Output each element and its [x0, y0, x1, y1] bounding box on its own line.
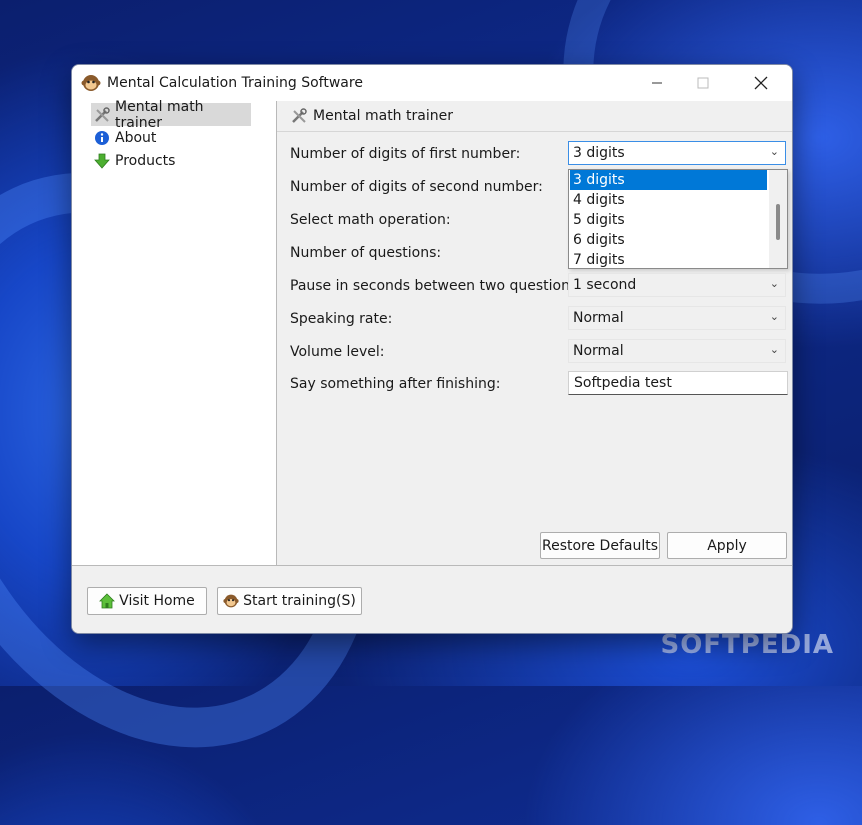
sidebar-item-products[interactable]: Products [91, 149, 251, 172]
minimize-icon [652, 82, 662, 84]
tools-icon [95, 106, 110, 122]
dropdown-option[interactable]: 6 digits [570, 230, 767, 250]
apply-button[interactable]: Apply [667, 532, 787, 559]
maximize-button[interactable] [680, 65, 726, 101]
sidebar-item-label: Mental math trainer [115, 98, 204, 131]
finish-message-label: Say something after finishing: [290, 376, 501, 392]
title-bar[interactable]: Mental Calculation Training Software [72, 65, 792, 101]
start-training-label: Start training(S) [243, 593, 356, 609]
monkey-icon [223, 594, 239, 608]
chevron-down-icon: ⌄ [769, 277, 779, 290]
select-value: Normal [573, 343, 624, 359]
tools-icon [292, 108, 307, 123]
volume-level-select[interactable]: Normal ⌄ [568, 339, 786, 363]
select-value: Normal [573, 310, 624, 326]
select-value: 1 second [573, 277, 637, 293]
close-icon [754, 76, 768, 90]
visit-home-label: Visit Home [119, 593, 195, 609]
minimize-button[interactable] [634, 65, 680, 101]
chevron-down-icon: ⌄ [769, 343, 779, 356]
chevron-down-icon: ⌄ [769, 145, 779, 158]
scrollbar-thumb[interactable] [776, 204, 780, 240]
input-value: Softpedia test [574, 375, 672, 391]
speaking-rate-label: Speaking rate: [290, 311, 393, 327]
info-icon [95, 130, 109, 145]
digits-dropdown-list[interactable]: 3 digits 4 digits 5 digits 6 digits 7 di… [568, 169, 788, 269]
app-window: Mental Calculation Training Software Men… [71, 64, 793, 634]
download-arrow-icon [94, 153, 110, 169]
math-operation-label: Select math operation: [290, 212, 451, 228]
dropdown-scrollbar[interactable] [769, 170, 787, 268]
monkey-icon [81, 75, 101, 91]
dropdown-option[interactable]: 5 digits [570, 210, 767, 230]
select-value: 3 digits [573, 145, 625, 161]
finish-message-input[interactable]: Softpedia test [568, 371, 788, 395]
dropdown-option[interactable]: 4 digits [570, 190, 767, 210]
window-title: Mental Calculation Training Software [107, 75, 363, 91]
sidebar-item-mental-math-trainer[interactable]: Mental math trainer [91, 99, 251, 131]
footer-bar: Visit Home Start training(S) [72, 565, 792, 633]
panel-title: Mental math trainer [313, 108, 453, 124]
pause-seconds-label: Pause in seconds between two questions: [290, 278, 582, 294]
settings-panel: Mental math trainer Number of digits of … [277, 101, 792, 565]
second-number-digits-label: Number of digits of second number: [290, 179, 543, 195]
sidebar: Mental math trainer About Products [72, 99, 277, 565]
watermark: SOFTPEDIA [660, 630, 834, 660]
visit-home-button[interactable]: Visit Home [87, 587, 207, 615]
home-icon [99, 593, 116, 609]
sidebar-item-label: About [115, 129, 157, 146]
first-number-digits-select[interactable]: 3 digits ⌄ [568, 141, 786, 165]
restore-defaults-button[interactable]: Restore Defaults [540, 532, 660, 559]
dropdown-option[interactable]: 3 digits [570, 170, 767, 190]
first-number-digits-label: Number of digits of first number: [290, 146, 521, 162]
sidebar-item-label: Products [115, 152, 176, 169]
pause-seconds-select[interactable]: 1 second ⌄ [568, 273, 786, 297]
panel-header: Mental math trainer [277, 101, 792, 132]
start-training-button[interactable]: Start training(S) [217, 587, 362, 615]
dropdown-option[interactable]: 7 digits [570, 250, 767, 270]
close-button[interactable] [738, 65, 784, 101]
maximize-icon [697, 77, 709, 89]
number-of-questions-label: Number of questions: [290, 245, 442, 261]
speaking-rate-select[interactable]: Normal ⌄ [568, 306, 786, 330]
volume-level-label: Volume level: [290, 344, 385, 360]
chevron-down-icon: ⌄ [769, 310, 779, 323]
